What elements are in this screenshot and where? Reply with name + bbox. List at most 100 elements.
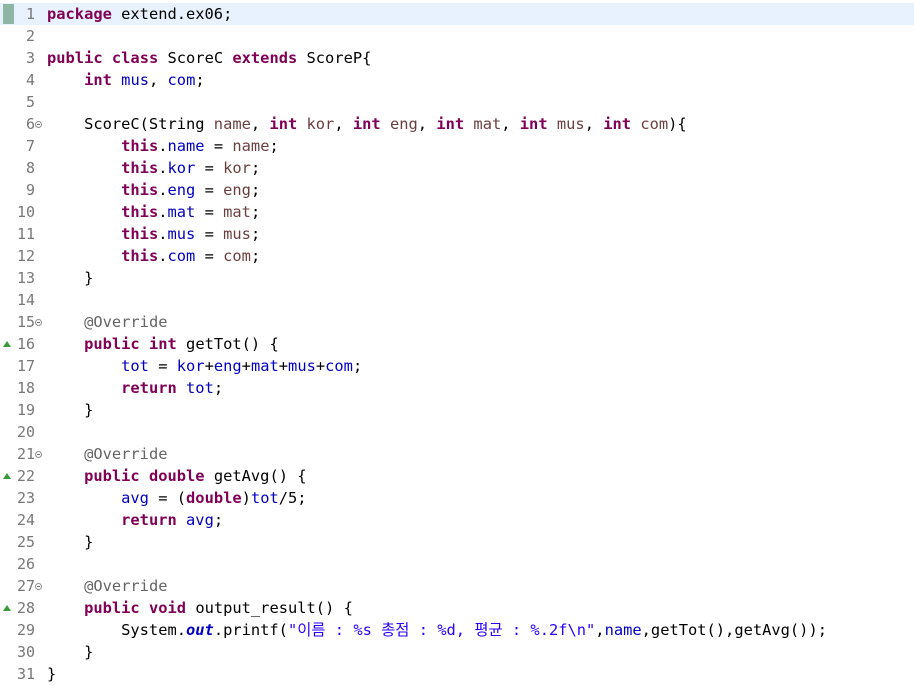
code-line[interactable]: 20 <box>0 421 914 443</box>
code-line[interactable]: 28 public void output_result() { <box>0 597 914 619</box>
code-token: void <box>148 599 187 617</box>
line-number: 1 <box>25 5 35 23</box>
code-token: return <box>121 379 177 397</box>
code-token: int <box>84 71 112 89</box>
code-line[interactable]: 2 <box>0 25 914 47</box>
code-token: this <box>121 247 159 265</box>
code-token: mus <box>556 115 585 133</box>
fold-collapse-icon[interactable] <box>35 319 42 326</box>
fold-collapse-icon[interactable] <box>35 583 42 590</box>
code-token: avg <box>186 511 214 529</box>
code-line[interactable]: 17 tot = kor+eng+mat+mus+com; <box>0 355 914 377</box>
code-token: System. <box>47 621 186 639</box>
code-line[interactable]: 5 <box>0 91 914 113</box>
code-token: this <box>121 159 159 177</box>
code-token: com <box>167 71 196 89</box>
code-editor[interactable]: 1 package extend.ex06; 2 3 public class Scor… <box>0 0 914 686</box>
code-text: public int getTot() { <box>47 335 279 353</box>
code-text: @Override <box>47 577 167 595</box>
code-line[interactable]: 12 this.com = com; <box>0 245 914 267</box>
code-token: int <box>519 115 548 133</box>
line-number: 19 <box>16 401 35 419</box>
line-number: 23 <box>16 489 35 507</box>
code-text: @Override <box>47 313 167 331</box>
code-token: double <box>186 489 242 507</box>
code-token: eng <box>223 181 251 199</box>
code-line[interactable]: 8 this.kor = kor; <box>0 157 914 179</box>
code-text: this.eng = eng; <box>47 181 260 199</box>
code-token: , <box>148 71 168 89</box>
code-token: + <box>315 357 326 375</box>
code-token: mat <box>167 203 196 221</box>
line-number: 20 <box>16 423 35 441</box>
code-line[interactable]: 19 } <box>0 399 914 421</box>
code-token: com <box>325 357 353 375</box>
code-line[interactable]: 29 System.out.printf("이름 : %s 총점 : %d, 평… <box>0 619 914 641</box>
code-line[interactable]: 26 <box>0 553 914 575</box>
code-token: tot <box>186 379 214 397</box>
code-token: extends <box>232 49 298 67</box>
code-line[interactable]: 7 this.name = name; <box>0 135 914 157</box>
code-text: @Override <box>47 445 167 463</box>
code-line[interactable]: 18 return tot; <box>0 377 914 399</box>
code-line[interactable]: 6 ScoreC(String name, int kor, int eng, … <box>0 113 914 135</box>
code-line[interactable]: 3 public class ScoreC extends ScoreP{ <box>0 47 914 69</box>
code-line[interactable]: 13 } <box>0 267 914 289</box>
code-line[interactable]: 9 this.eng = eng; <box>0 179 914 201</box>
code-line[interactable]: 15 @Override <box>0 311 914 333</box>
code-token: public <box>84 335 140 353</box>
code-line[interactable]: 22 public double getAvg() { <box>0 465 914 487</box>
code-token: ; <box>213 511 224 529</box>
code-text: return avg; <box>47 511 223 529</box>
code-token: = <box>195 181 224 199</box>
fold-collapse-icon[interactable] <box>35 451 42 458</box>
code-token: . <box>158 181 168 199</box>
code-token: avg <box>121 489 149 507</box>
code-line[interactable]: 24 return avg; <box>0 509 914 531</box>
code-token: = <box>148 357 177 375</box>
code-token: out <box>186 621 214 639</box>
code-token: , <box>250 115 270 133</box>
code-line[interactable]: 16 public int getTot() { <box>0 333 914 355</box>
code-token: mat <box>250 357 279 375</box>
code-line[interactable]: 23 avg = (double)tot/5; <box>0 487 914 509</box>
code-token: "이름 : %s 총점 : %d, 평균 : %.2f\n" <box>287 621 596 639</box>
code-line[interactable]: 11 this.mus = mus; <box>0 223 914 245</box>
code-token: = <box>204 137 233 155</box>
code-line[interactable]: 14 <box>0 289 914 311</box>
code-token: + <box>241 357 251 375</box>
code-token: mat <box>473 115 502 133</box>
code-token: public <box>84 467 140 485</box>
code-line[interactable]: 4 int mus, com; <box>0 69 914 91</box>
fold-collapse-icon[interactable] <box>35 121 42 128</box>
line-number: 21 <box>16 445 35 463</box>
code-text: int mus, com; <box>47 71 205 89</box>
code-line[interactable]: 25 } <box>0 531 914 553</box>
code-token: @Override <box>84 577 168 595</box>
code-line[interactable]: 21 @Override <box>0 443 914 465</box>
code-text: avg = (double)tot/5; <box>47 489 307 507</box>
code-text: } <box>47 401 93 419</box>
code-token: . <box>158 247 168 265</box>
code-token: ; <box>250 203 261 221</box>
code-token: /5; <box>278 489 307 507</box>
code-line[interactable]: 27 @Override <box>0 575 914 597</box>
code-token: mus <box>121 71 149 89</box>
code-token: return <box>121 511 177 529</box>
code-line[interactable]: 1 package extend.ex06; <box>0 3 914 25</box>
code-token: public <box>84 599 140 617</box>
code-line[interactable]: 30 } <box>0 641 914 663</box>
code-token: name <box>232 137 270 155</box>
code-token: } <box>47 269 94 287</box>
code-token: this <box>121 225 159 243</box>
code-line[interactable]: 10 this.mat = mat; <box>0 201 914 223</box>
code-token: = <box>195 225 224 243</box>
code-text: } <box>47 643 93 661</box>
code-line[interactable]: 31} <box>0 663 914 685</box>
